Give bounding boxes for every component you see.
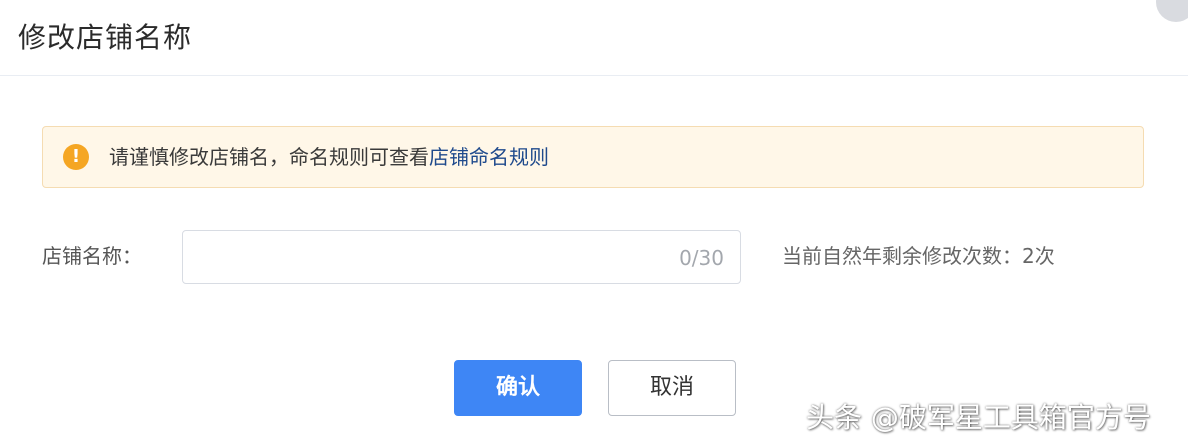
remaining-changes-text: 当前自然年剩余修改次数：2次 bbox=[782, 244, 1055, 268]
dialog-header: 修改店铺名称 bbox=[0, 0, 1188, 76]
warning-icon: ! bbox=[63, 144, 89, 170]
notice-message: 请谨慎修改店铺名，命名规则可查看 bbox=[109, 145, 429, 169]
notice-text: 请谨慎修改店铺名，命名规则可查看店铺命名规则 bbox=[109, 143, 549, 171]
char-counter: 0/30 bbox=[679, 246, 724, 270]
watermark-text: 头条 @破军星工具箱官方号 bbox=[806, 401, 1151, 434]
store-name-label: 店铺名称： bbox=[42, 244, 142, 268]
warning-notice: ! 请谨慎修改店铺名，命名规则可查看店铺命名规则 bbox=[42, 126, 1144, 188]
cancel-button[interactable]: 取消 bbox=[608, 360, 736, 416]
store-name-input-wrapper[interactable]: 0/30 bbox=[182, 230, 741, 284]
store-name-input[interactable] bbox=[197, 241, 661, 275]
rename-store-dialog: 修改店铺名称 ! 请谨慎修改店铺名，命名规则可查看店铺命名规则 店铺名称： 0/… bbox=[0, 0, 1188, 448]
dialog-title: 修改店铺名称 bbox=[18, 21, 193, 54]
confirm-button[interactable]: 确认 bbox=[454, 360, 582, 416]
naming-rules-link[interactable]: 店铺命名规则 bbox=[429, 145, 549, 169]
close-icon[interactable] bbox=[1156, 0, 1188, 22]
